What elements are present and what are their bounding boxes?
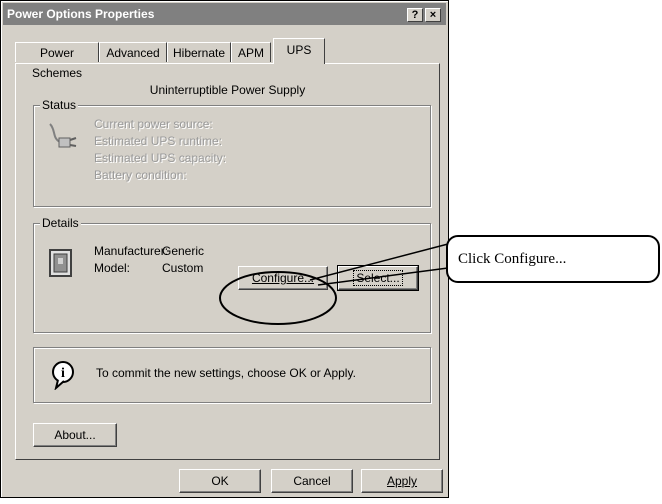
callout-text: Click Configure... [458, 251, 567, 267]
callout-line-bottom [317, 267, 449, 286]
callout-line-top [309, 243, 449, 281]
tab-ups[interactable]: UPS [273, 38, 325, 64]
highlight-ellipse [219, 271, 337, 325]
callout-bubble: Click Configure... [446, 235, 660, 283]
